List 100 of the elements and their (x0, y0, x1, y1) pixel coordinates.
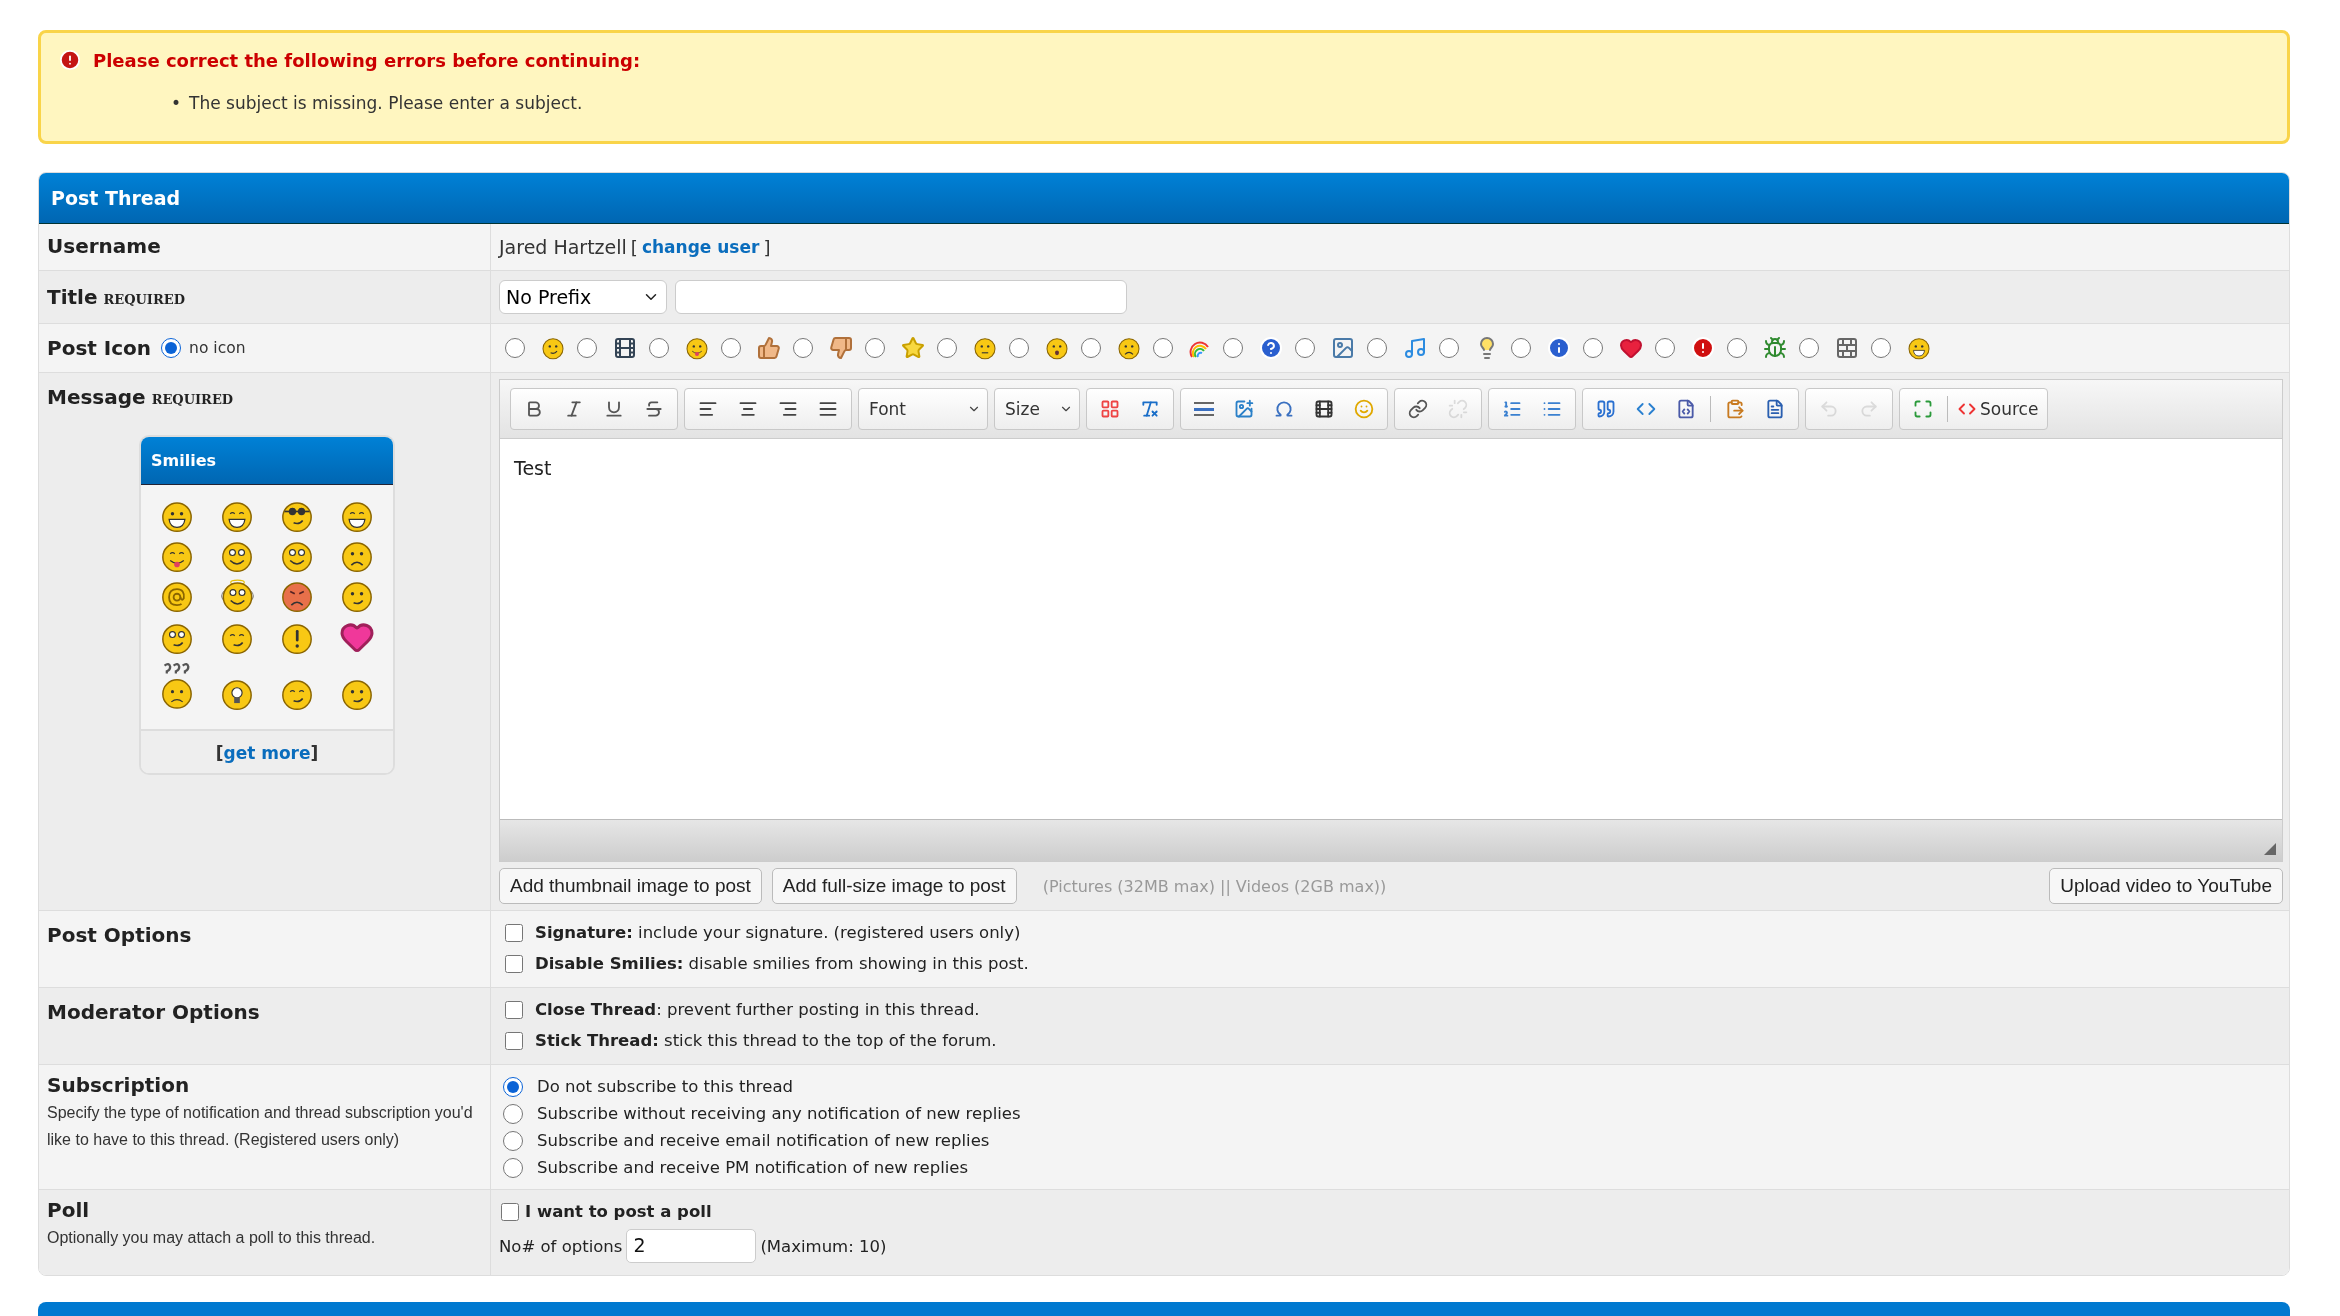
smiley-icon[interactable] (220, 539, 254, 573)
required-label: REQUIRED (151, 392, 234, 407)
lightbulb-face-icon[interactable] (220, 677, 254, 711)
subscription-radio[interactable] (503, 1130, 523, 1151)
field-description: Specify the type of notification and thread subscription you'd like to have to this thread. (Registered users only) (47, 1103, 474, 1150)
post-icon-radio[interactable] (505, 338, 525, 358)
exclamation-face-icon[interactable] (280, 621, 314, 655)
post-icon-radio[interactable] (1799, 338, 1819, 358)
username-text: Jared Hartzell (499, 236, 627, 258)
option-checkbox[interactable] (505, 923, 523, 942)
redo-icon (1859, 399, 1879, 419)
tongue-face-icon[interactable] (160, 539, 194, 573)
subscription-option: Do not subscribe to this thread (537, 1077, 793, 1096)
smiley-icon[interactable] (160, 621, 194, 655)
option-label: Close Thread: prevent further posting in this thread. (535, 1000, 980, 1019)
tongue-face-icon (685, 336, 709, 360)
resize-grip-icon[interactable] (2264, 843, 2276, 855)
subscription-option: Subscribe and receive PM notification of new replies (537, 1158, 969, 1177)
post-icon-radio[interactable] (1439, 338, 1459, 358)
option-checkbox[interactable] (505, 1031, 523, 1050)
title-field[interactable] (675, 280, 1127, 314)
post-icon-radio[interactable] (1081, 338, 1101, 358)
get-more-link[interactable]: get more (223, 743, 311, 763)
bug-icon (1763, 336, 1787, 360)
smiley-icon (1354, 399, 1374, 419)
remove-format-icon (1140, 399, 1160, 419)
field-label: Post Options (47, 923, 192, 947)
smiley-icon[interactable] (340, 579, 374, 613)
subscription-radio[interactable] (503, 1076, 523, 1097)
bullet-list-icon (1542, 399, 1562, 419)
php-file-icon (1676, 399, 1696, 419)
size-dropdown[interactable]: Size (994, 388, 1080, 430)
shocked-face-icon (1045, 336, 1069, 360)
post-icon-radio[interactable] (937, 338, 957, 358)
field-label: Moderator Options (47, 1000, 260, 1024)
post-icon-radio[interactable] (649, 338, 669, 358)
underline-icon (604, 399, 624, 419)
post-icon-radio[interactable] (1367, 338, 1387, 358)
exclamation-icon (1691, 336, 1715, 360)
post-icon-radio[interactable] (1871, 338, 1891, 358)
film-icon (613, 336, 637, 360)
sad-face-icon[interactable] (340, 539, 374, 573)
undo-icon (1819, 399, 1839, 419)
no-icon-radio[interactable] (161, 338, 182, 358)
post-icon-radio[interactable] (1153, 338, 1173, 358)
prefix-select[interactable]: No Prefix (499, 280, 667, 314)
post-icon-radio[interactable] (1511, 338, 1531, 358)
source-button[interactable]: Source (1952, 399, 2045, 419)
angry-face-icon[interactable] (280, 579, 314, 613)
post-icon-radio[interactable] (721, 338, 741, 358)
post-icon-radio[interactable] (1727, 338, 1747, 358)
post-icon-radio[interactable] (577, 338, 597, 358)
field-label: Message (47, 385, 146, 409)
post-icon-radio[interactable] (793, 338, 813, 358)
picture-icon (1331, 336, 1355, 360)
post-icon-radio[interactable] (1655, 338, 1675, 358)
poll-checkbox[interactable] (501, 1202, 519, 1221)
align-right-icon (778, 399, 798, 419)
heart-icon (1619, 336, 1643, 360)
error-message: The subject is missing. Please enter a subject. (189, 92, 583, 115)
bracket-text: [ (630, 236, 638, 258)
subscription-radio[interactable] (503, 1157, 523, 1178)
add-image-button[interactable]: Add thumbnail image to post (499, 868, 762, 904)
grinning-face-icon[interactable] (340, 499, 374, 533)
confused-face-icon[interactable] (160, 661, 194, 711)
smiley-icon[interactable] (340, 677, 374, 711)
smiley-icon[interactable] (220, 499, 254, 533)
subscription-radio[interactable] (503, 1103, 523, 1124)
smiley-icon[interactable] (280, 539, 314, 573)
required-label: REQUIRED (103, 292, 185, 307)
at-sign-icon[interactable] (160, 579, 194, 613)
smiley-icon[interactable] (160, 499, 194, 533)
unlink-icon (1448, 399, 1468, 419)
change-user-link[interactable]: change user (641, 237, 760, 257)
sunglasses-face-icon[interactable] (280, 499, 314, 533)
message-field[interactable]: Test (500, 439, 2282, 819)
align-center-icon (738, 399, 758, 419)
post-icon-radio[interactable] (1009, 338, 1029, 358)
post-icon-radio[interactable] (865, 338, 885, 358)
strikethrough-icon (644, 399, 664, 419)
poll-checkbox-label: I want to post a poll (525, 1202, 712, 1221)
post-icon-radio[interactable] (1295, 338, 1315, 358)
option-checkbox[interactable] (505, 954, 523, 973)
option-label: Signature: include your signature. (registered users only) (535, 923, 1021, 942)
clipboard-icon (1725, 399, 1745, 419)
error-title: Please correct the following errors before continuing: (93, 49, 641, 71)
option-checkbox[interactable] (505, 1000, 523, 1019)
star-icon (901, 336, 925, 360)
options-count-label: No# of options (499, 1236, 623, 1256)
options-count-field[interactable]: 2 (626, 1229, 757, 1263)
thumbs-down-icon (829, 336, 853, 360)
field-label: Poll (47, 1198, 90, 1222)
italic-icon (564, 399, 584, 419)
post-icon-radio[interactable] (1583, 338, 1603, 358)
upload-video-button[interactable]: Upload video to YouTube (2049, 868, 2283, 904)
horizontal-rule-icon (1194, 402, 1214, 416)
font-dropdown[interactable]: Font (858, 388, 988, 430)
maximum-note: (Maximum: 10) (760, 1236, 887, 1256)
post-icon-radio[interactable] (1223, 338, 1243, 358)
add-image-button[interactable]: Add full-size image to post (771, 868, 1017, 904)
